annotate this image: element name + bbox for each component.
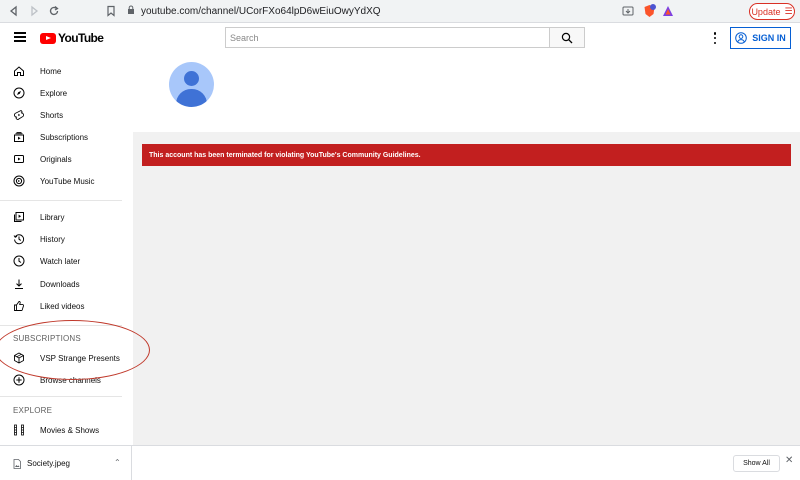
add-circle-icon	[13, 374, 25, 386]
address-bar[interactable]: youtube.com/channel/UCorFXo64lpD6wEiuOwy…	[127, 5, 381, 17]
termination-banner: This account has been terminated for vio…	[142, 144, 791, 166]
sidebar-item-originals[interactable]: Originals	[0, 148, 133, 170]
sidebar-item-history[interactable]: History	[0, 228, 133, 250]
sidebar-item-watch-later[interactable]: Watch later	[0, 250, 133, 272]
termination-message: This account has been terminated for vio…	[149, 151, 421, 159]
sidebar-item-label: Watch later	[40, 256, 81, 266]
sidebar-item-label: Downloads	[40, 279, 80, 289]
download-icon	[13, 278, 25, 290]
url-text: youtube.com/channel/UCorFXo64lpD6wEiuOwy…	[141, 5, 381, 17]
sidebar-item-label: History	[40, 234, 65, 244]
sidebar-item-subscriptions[interactable]: Subscriptions	[0, 126, 133, 148]
browser-toolbar: youtube.com/channel/UCorFXo64lpD6wEiuOwy…	[0, 0, 800, 23]
main-content: This account has been terminated for vio…	[133, 53, 800, 445]
sidebar-item-label: Subscriptions	[40, 132, 89, 142]
logo-text: YouTube	[58, 31, 104, 45]
sidebar-item-downloads[interactable]: Downloads	[0, 273, 133, 295]
thumbs-up-icon	[13, 300, 25, 312]
download-file-name: Society.jpeg	[27, 459, 70, 468]
downloads-bar: Society.jpeg ⌃ Show All ✕	[0, 445, 800, 480]
sign-in-button[interactable]: SIGN IN	[730, 27, 791, 49]
image-file-icon	[13, 459, 21, 471]
download-item[interactable]: Society.jpeg ⌃	[0, 446, 132, 480]
close-icon[interactable]: ✕	[785, 455, 793, 466]
sidebar-item-label: Home	[40, 66, 62, 76]
youtube-play-icon	[40, 32, 56, 44]
sidebar-item-browse-channels[interactable]: Browse channels	[0, 369, 133, 391]
youtube-logo[interactable]: YouTube	[40, 31, 104, 45]
sidebar-divider	[0, 396, 122, 397]
update-label: Update	[751, 6, 781, 17]
sidebar-item-label: Explore	[40, 88, 68, 98]
brave-rewards-icon[interactable]	[662, 5, 674, 17]
cube-icon	[13, 352, 25, 364]
menu-icon: ☰	[784, 6, 793, 16]
sidebar-item-youtube-music[interactable]: YouTube Music	[0, 170, 133, 192]
sidebar-divider	[0, 325, 122, 326]
sidebar-item-label: Movies & Shows	[40, 425, 100, 435]
chevron-up-icon[interactable]: ⌃	[114, 458, 121, 467]
explore-heading: EXPLORE	[13, 406, 53, 415]
compass-icon	[13, 87, 25, 99]
back-icon[interactable]	[6, 3, 22, 19]
sidebar-item-explore[interactable]: Explore	[0, 82, 133, 104]
sidebar: Home Explore Shorts Subscriptions Origin…	[0, 53, 133, 445]
update-button[interactable]: Update ☰	[749, 3, 795, 20]
sidebar-item-label: Liked videos	[40, 301, 85, 311]
show-all-button[interactable]: Show All	[733, 455, 780, 472]
sidebar-item-label: Browse channels	[40, 375, 101, 385]
more-options-icon[interactable]	[713, 32, 717, 44]
hamburger-menu-icon[interactable]	[14, 32, 26, 42]
channel-header	[133, 53, 800, 132]
sidebar-divider	[0, 200, 122, 201]
install-icon[interactable]	[622, 5, 634, 17]
shorts-icon	[13, 109, 25, 121]
sidebar-item-library[interactable]: Library	[0, 206, 133, 228]
search-button[interactable]	[549, 27, 585, 48]
clock-icon	[13, 255, 25, 267]
sidebar-item-liked-videos[interactable]: Liked videos	[0, 295, 133, 317]
lock-icon	[127, 5, 135, 17]
avatar-head	[184, 71, 199, 86]
sign-in-label: SIGN IN	[752, 33, 786, 43]
channel-avatar	[169, 62, 214, 107]
youtube-header: YouTube Search SIGN IN	[0, 23, 800, 53]
brave-shield-icon[interactable]	[643, 4, 656, 18]
sidebar-item-movies-shows[interactable]: Movies & Shows	[0, 419, 133, 441]
search-input[interactable]: Search	[225, 27, 550, 48]
avatar-body	[176, 89, 207, 107]
sidebar-item-label: Library	[40, 212, 65, 222]
sidebar-item-shorts[interactable]: Shorts	[0, 104, 133, 126]
music-icon	[13, 175, 25, 187]
originals-icon	[13, 153, 25, 165]
sidebar-item-label: YouTube Music	[40, 176, 95, 186]
subscriptions-heading: SUBSCRIPTIONS	[13, 334, 81, 343]
history-icon	[13, 233, 25, 245]
sidebar-item-vsp-strange-presents[interactable]: VSP Strange Presents	[0, 347, 133, 369]
forward-icon[interactable]	[26, 3, 42, 19]
bookmark-icon[interactable]	[103, 3, 119, 19]
sidebar-item-label: Originals	[40, 154, 72, 164]
subscriptions-icon	[13, 131, 25, 143]
reload-icon[interactable]	[46, 3, 62, 19]
film-icon	[13, 424, 25, 436]
library-icon	[13, 211, 25, 223]
sidebar-item-label: VSP Strange Presents	[40, 353, 120, 363]
sidebar-item-label: Shorts	[40, 110, 64, 120]
sidebar-item-home[interactable]: Home	[0, 60, 133, 82]
search-placeholder: Search	[230, 32, 259, 43]
home-icon	[13, 65, 25, 77]
account-icon	[735, 32, 748, 44]
show-all-label: Show All	[743, 460, 770, 467]
search-icon	[561, 32, 573, 43]
